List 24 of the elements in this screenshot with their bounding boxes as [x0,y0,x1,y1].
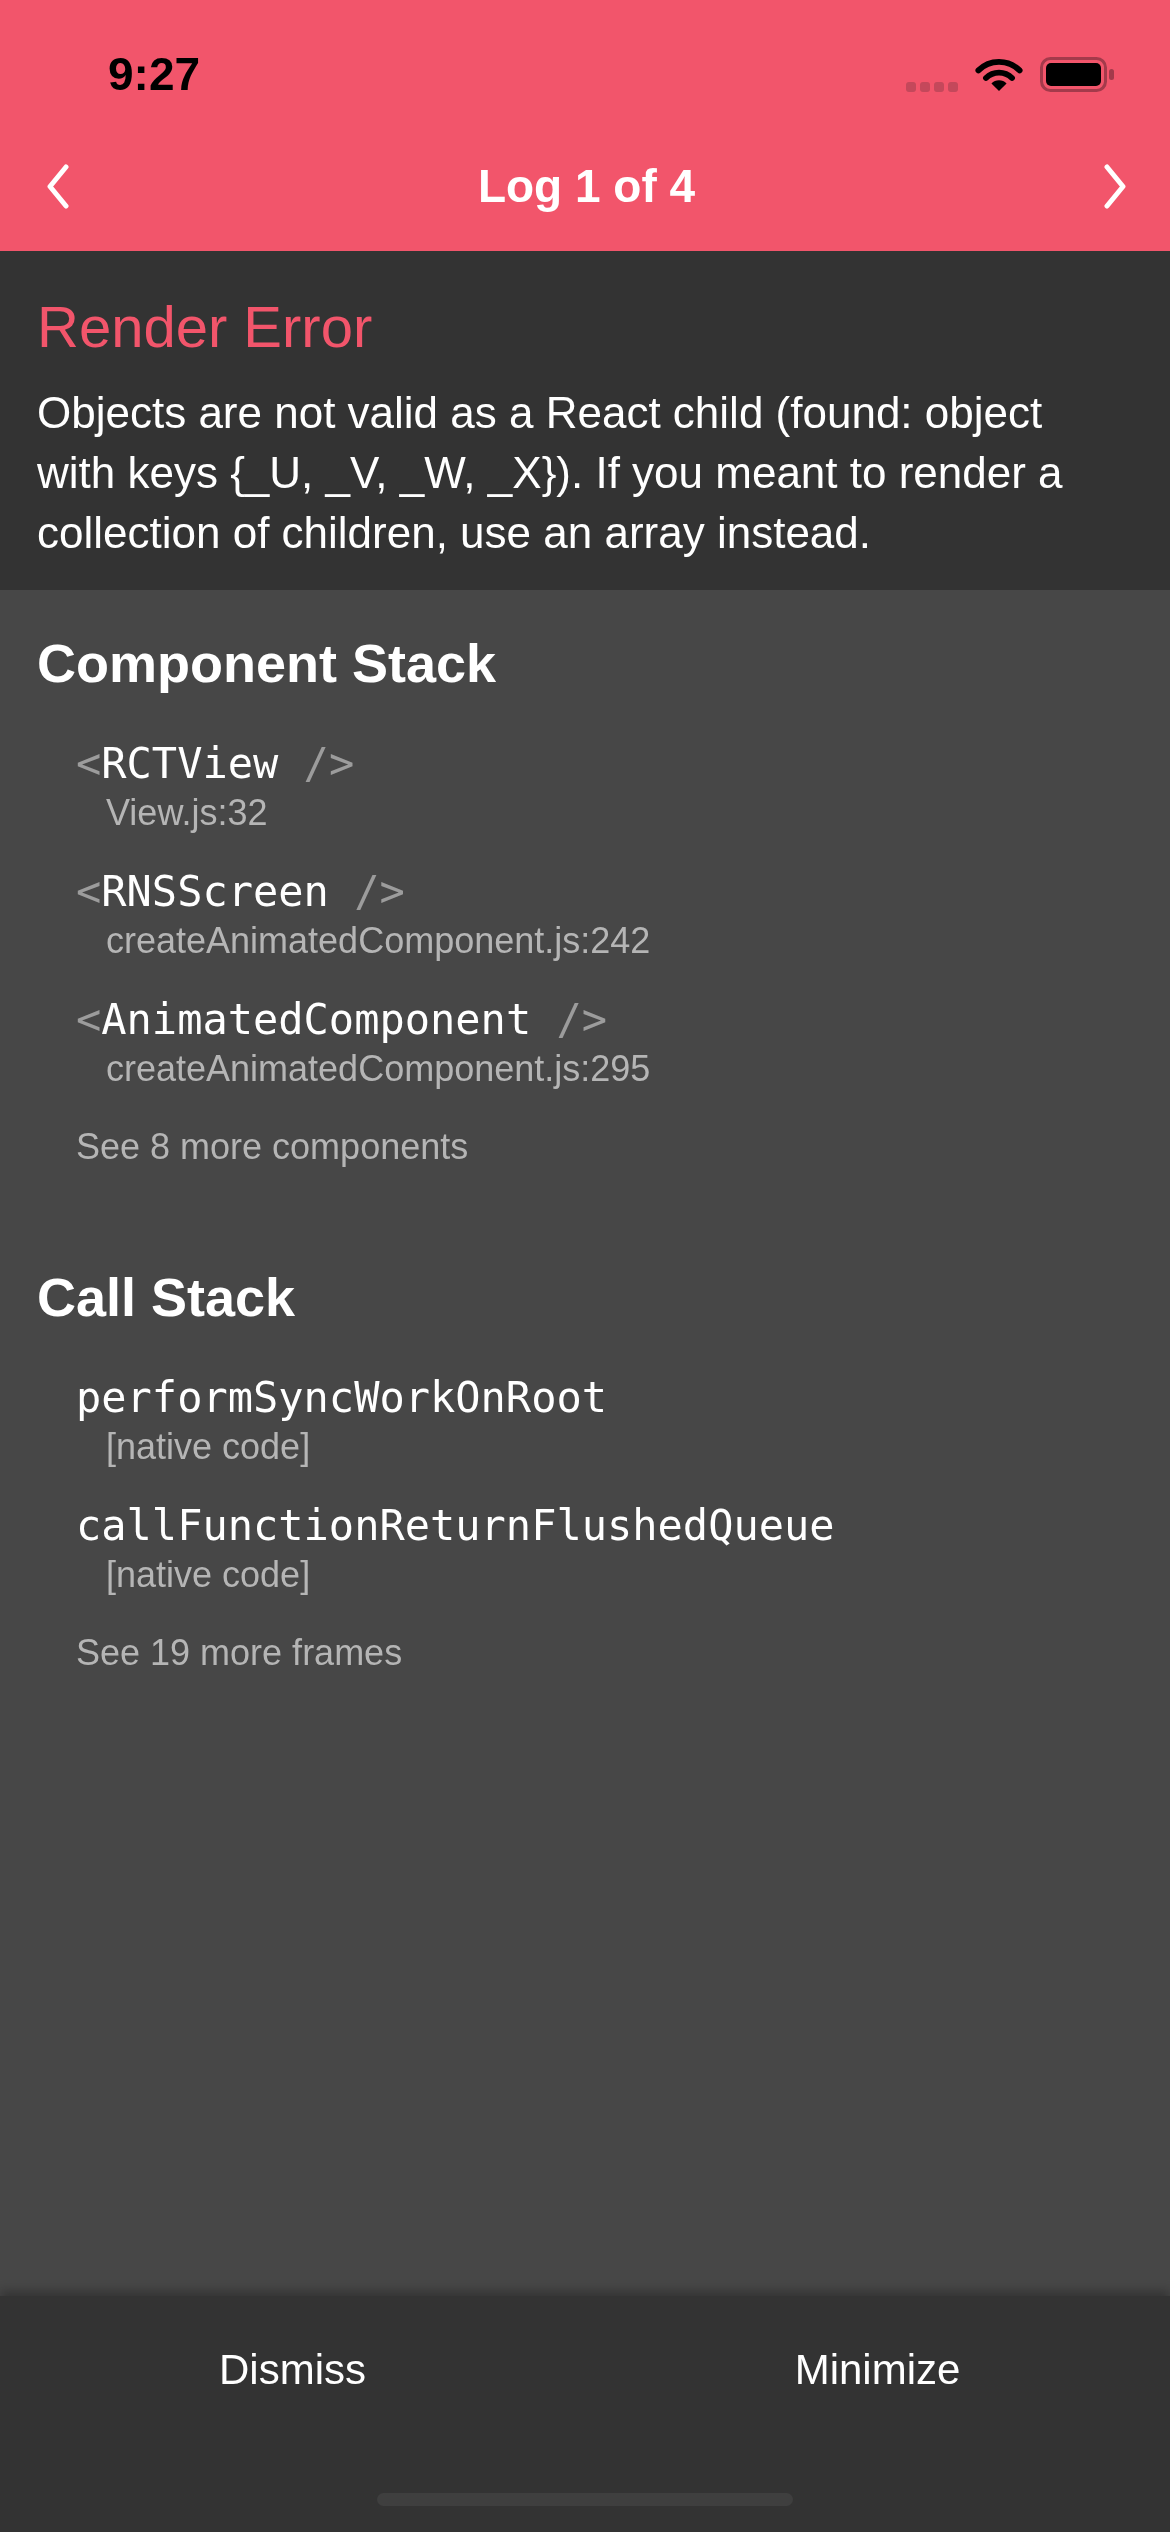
source-location: createAnimatedComponent.js:242 [105,919,651,963]
battery-icon [1040,56,1115,92]
footer-button[interactable]: Dismiss [0,2296,585,2444]
show-more-button[interactable]: See 8 more components [76,1123,469,1171]
chevron-left-icon [46,163,70,209]
wifi-icon [975,56,1023,92]
chevron-right-icon [1103,163,1127,209]
signal-icon [906,81,958,92]
source-location: View.js:32 [105,791,269,835]
function-name: performSyncWorkOnRoot [76,1373,607,1423]
component-name: <RNSScreen /> [76,867,406,917]
source-location: createAnimatedComponent.js:295 [105,1047,651,1091]
error-message: Objects are not valid as a React child (found: object with keys {_U, _V, _W, _X}). If you meant to render a collection of children, use an array instead. [37,387,1064,559]
source-location: [native code] [105,1425,312,1469]
error-title: Render Error [37,293,374,361]
component-name: <AnimatedComponent /> [76,995,609,1045]
show-more-button[interactable]: See 19 more frames [76,1629,403,1677]
source-location: [native code] [105,1553,312,1597]
function-name: callFunctionReturnFlushedQueue [76,1501,835,1551]
footer-button[interactable]: Minimize [585,2296,1170,2444]
component-name: <RCTView /> [76,739,355,789]
status-time: 9:27 [108,51,201,97]
section-heading: Component Stack [37,632,498,695]
section-heading: Call Stack [37,1266,297,1329]
